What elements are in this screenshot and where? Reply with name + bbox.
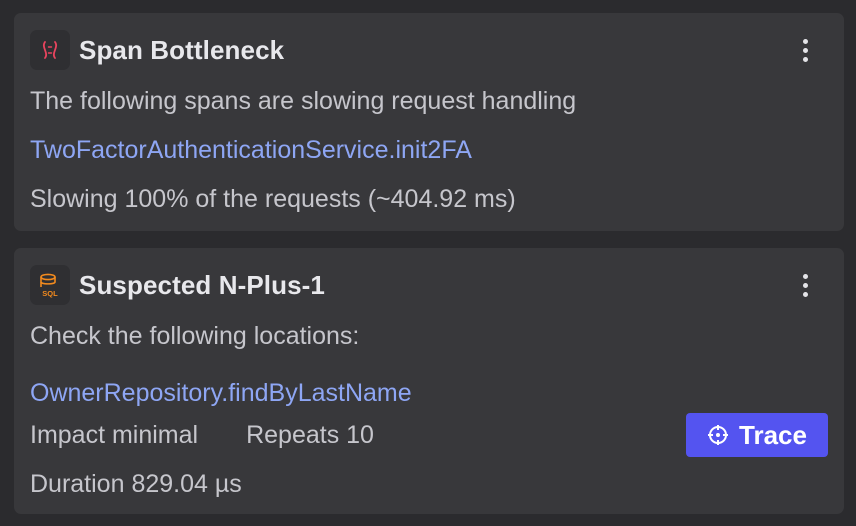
card-title: Suspected N-Plus-1 xyxy=(79,269,325,300)
location-link[interactable]: OwnerRepository.findByLastName xyxy=(30,379,412,408)
span-bottleneck-icon xyxy=(30,30,70,70)
card-header: SQL Suspected N-Plus-1 xyxy=(30,264,828,306)
trace-button[interactable]: Trace xyxy=(686,413,828,457)
span-bottleneck-card: Span Bottleneck The following spans are … xyxy=(14,13,844,231)
trace-button-label: Trace xyxy=(739,419,807,450)
sql-database-icon: SQL xyxy=(30,265,70,305)
n-plus-1-card: SQL Suspected N-Plus-1 Check the followi… xyxy=(14,248,844,514)
impact-repeats-row: Impact minimal Repeats 10 xyxy=(30,421,374,450)
repeats-label: Repeats 10 xyxy=(246,421,374,449)
more-options-icon[interactable] xyxy=(794,268,816,302)
more-options-icon[interactable] xyxy=(794,33,816,67)
insight-description: Check the following locations: xyxy=(30,322,360,350)
sql-icon-label: SQL xyxy=(42,289,58,298)
crosshair-icon xyxy=(708,425,729,445)
card-title: Span Bottleneck xyxy=(79,34,285,65)
span-link[interactable]: TwoFactorAuthenticationService.init2FA xyxy=(30,136,472,165)
insight-description: The following spans are slowing request … xyxy=(30,87,577,115)
card-header: Span Bottleneck xyxy=(30,29,828,71)
slowing-detail: Slowing 100% of the requests (~404.92 ms… xyxy=(30,185,516,213)
impact-label: Impact minimal xyxy=(30,421,199,449)
duration-label: Duration 829.04 µs xyxy=(30,470,242,498)
